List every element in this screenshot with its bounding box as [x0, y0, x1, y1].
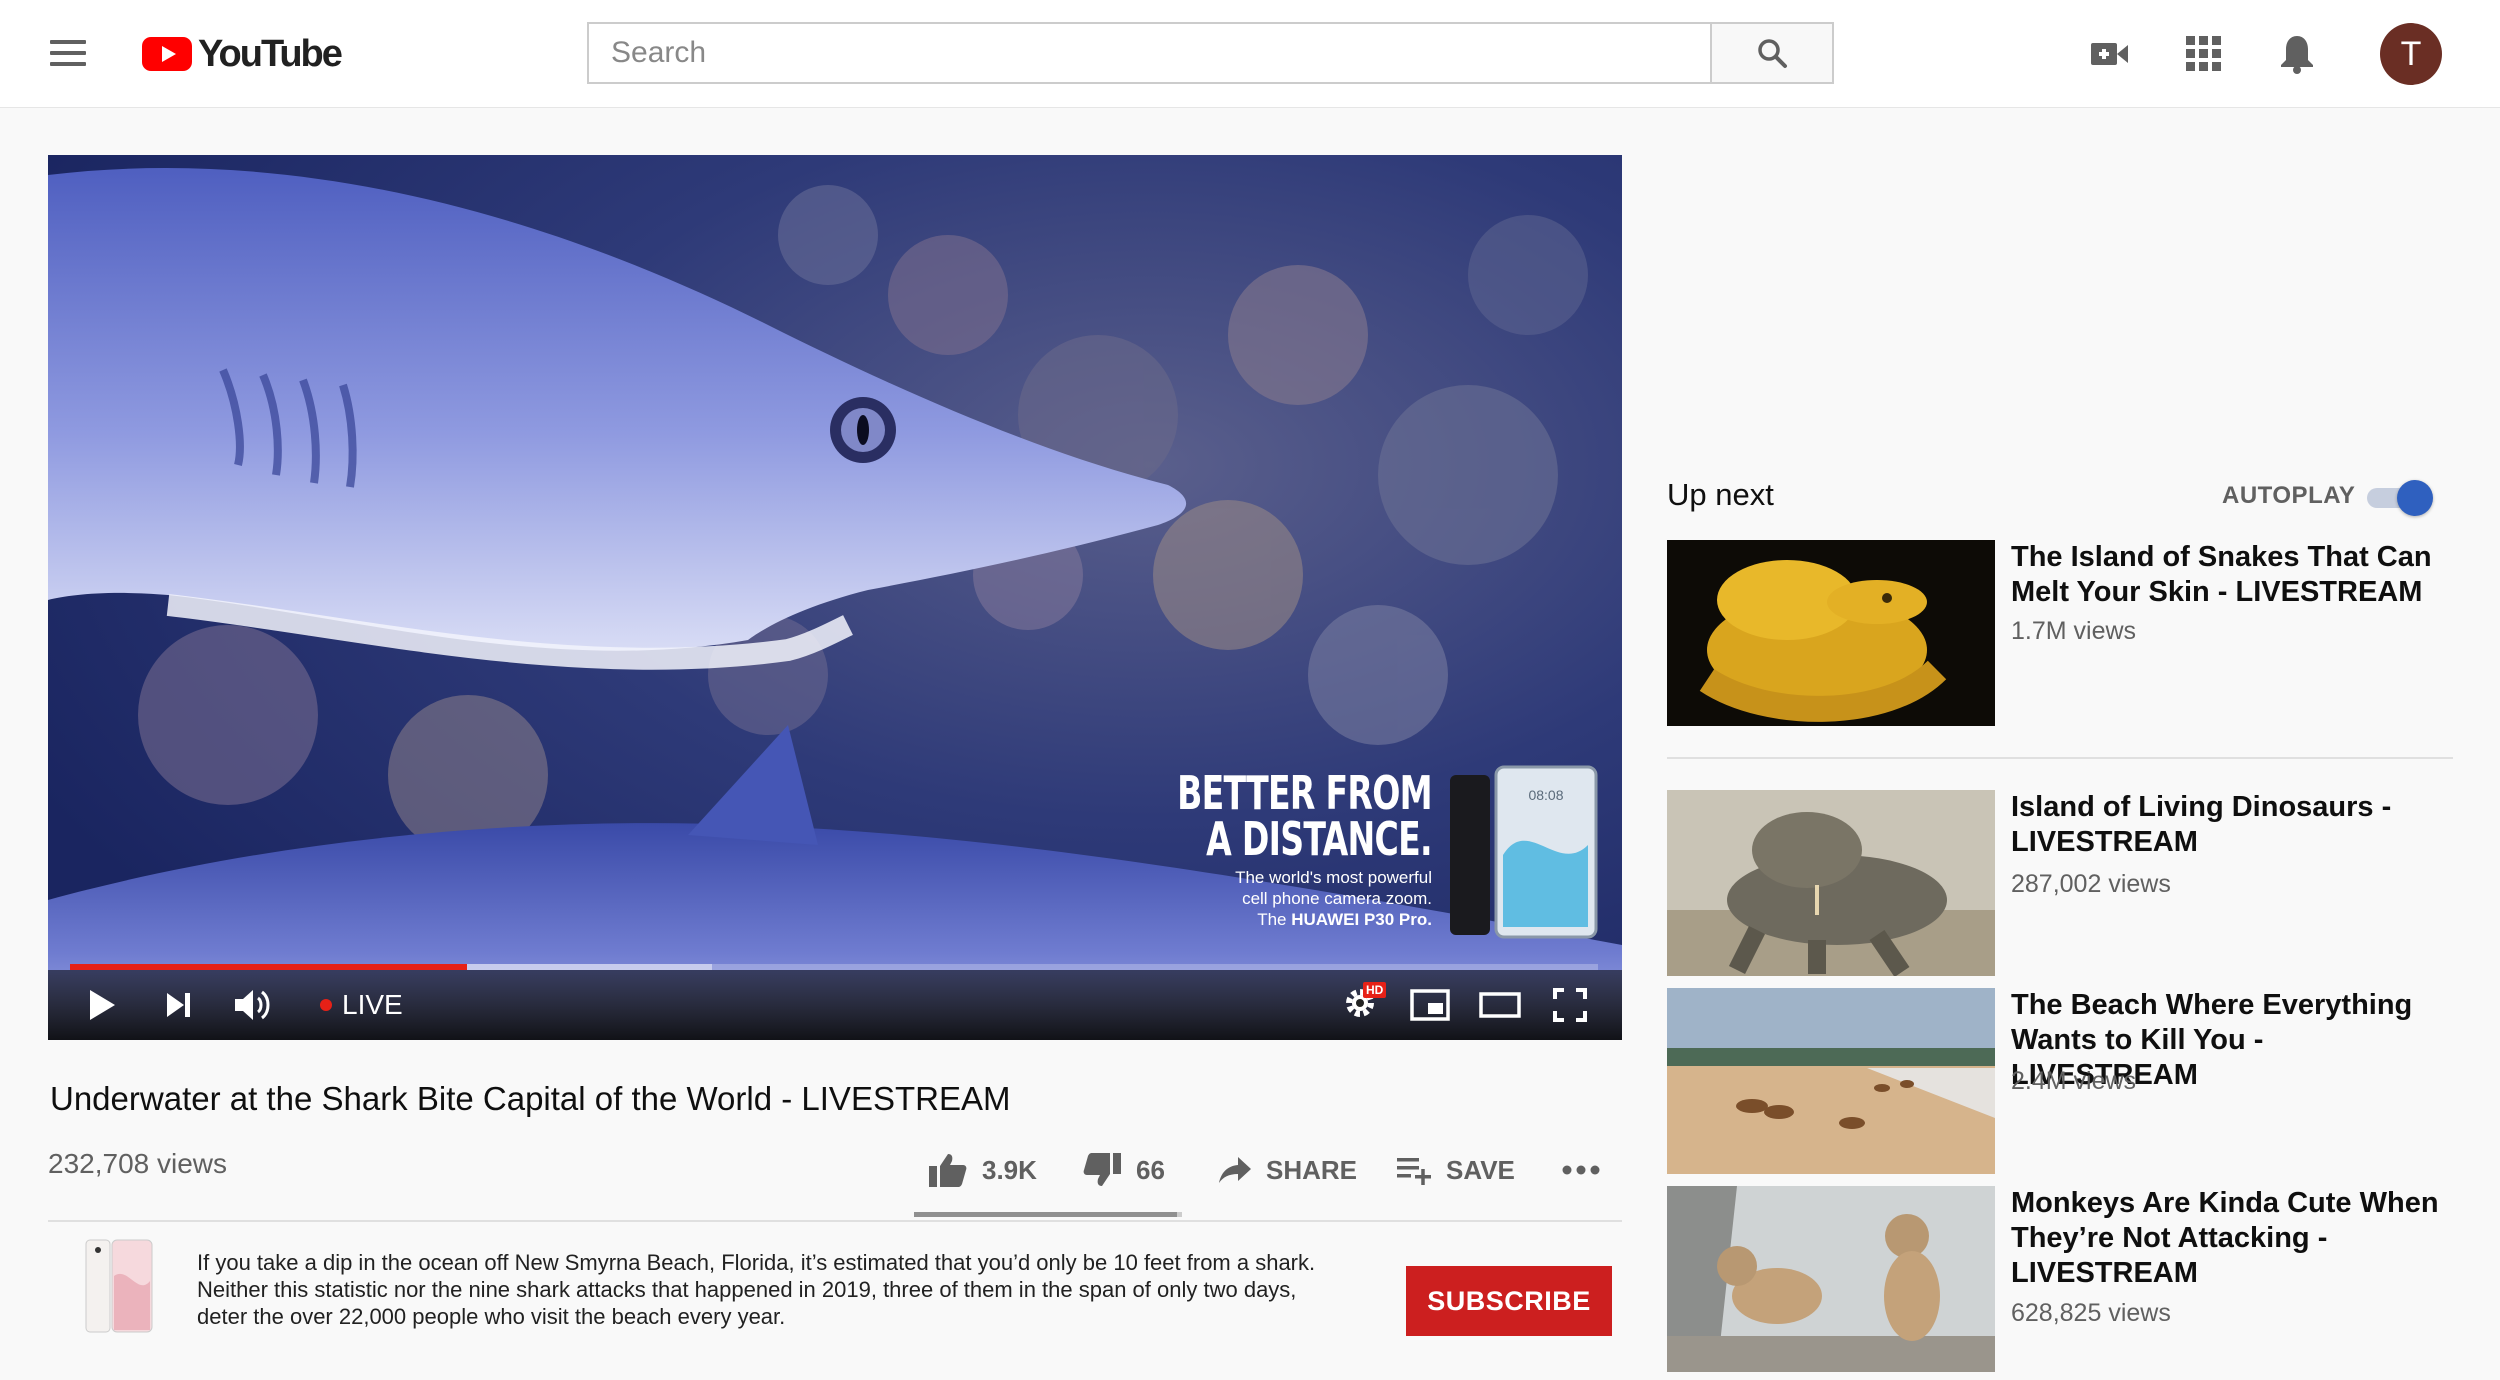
- settings-button[interactable]: HD: [1328, 970, 1392, 1040]
- like-button[interactable]: 3.9K: [928, 1148, 1037, 1192]
- ad-headline-line1: BETTER FROM: [1177, 766, 1433, 820]
- view-count: 232,708 views: [48, 1148, 228, 1179]
- thumbs-down-icon: [1083, 1153, 1121, 1186]
- share-button[interactable]: SHARE: [1218, 1148, 1357, 1192]
- autoplay-toggle-knob: [2397, 480, 2433, 516]
- video-player[interactable]: 08:08 BETTER FROM A DISTANCE. The world'…: [48, 155, 1622, 1040]
- hd-badge: HD: [1363, 981, 1387, 998]
- share-label: SHARE: [1266, 1154, 1358, 1185]
- theater-mode-button[interactable]: [1468, 970, 1532, 1040]
- video-views: 628,825 views: [2011, 1299, 2171, 1327]
- autoplay-label: AUTOPLAY: [2222, 482, 2356, 509]
- search-input[interactable]: [587, 22, 1711, 84]
- video-views: 1.7M views: [2011, 617, 2137, 645]
- playlist-add-icon: [1397, 1158, 1431, 1185]
- dislike-count: 66: [1136, 1154, 1165, 1185]
- fullscreen-button[interactable]: [1538, 970, 1602, 1040]
- ad-copy-line3: The HUAWEI P30 Pro.: [1257, 910, 1432, 929]
- video-thumbnail: [1667, 988, 1995, 1174]
- sidebar-separator: [1667, 757, 2453, 759]
- video-title[interactable]: The Island of Snakes That Can Melt Your …: [2011, 540, 2451, 610]
- video-description: If you take a dip in the ocean off New S…: [197, 1250, 1316, 1329]
- video-title: Underwater at the Shark Bite Capital of …: [50, 1080, 1011, 1117]
- menu-icon[interactable]: [50, 36, 90, 70]
- live-label: LIVE: [342, 989, 403, 1020]
- apps-grid-icon[interactable]: [2182, 32, 2226, 76]
- video-thumbnail: [1667, 790, 1995, 976]
- ad-phone-time: 08:08: [1528, 787, 1563, 803]
- video-views: 287,002 views: [2011, 870, 2171, 898]
- youtube-logo[interactable]: YouTube: [142, 30, 343, 78]
- up-next-heading: Up next: [1667, 477, 1774, 512]
- search-icon: [1758, 39, 1787, 68]
- up-next-video[interactable]: The Island of Snakes That Can Melt Your …: [1667, 540, 2457, 726]
- like-dislike-ratio-bar: [914, 1212, 1182, 1217]
- more-horizontal-icon: [1562, 1165, 1600, 1175]
- account-avatar[interactable]: T: [2380, 23, 2442, 85]
- ad-product-thumbnail[interactable]: [80, 1236, 158, 1336]
- miniplayer-button[interactable]: [1398, 970, 1462, 1040]
- player-controls: LIVE HD: [48, 970, 1622, 1040]
- thumbs-up-icon: [929, 1154, 967, 1187]
- share-icon: [1219, 1157, 1251, 1183]
- video-title[interactable]: Island of Living Dinosaurs - LIVESTREAM: [2011, 790, 2451, 860]
- live-indicator[interactable]: LIVE: [320, 970, 403, 1040]
- live-dot: [320, 999, 332, 1011]
- youtube-play-icon: [142, 37, 192, 71]
- video-thumbnail: [1667, 540, 1995, 726]
- save-button[interactable]: SAVE: [1396, 1148, 1515, 1192]
- ad-copy: The world's most powerful cell phone cam…: [1235, 867, 1432, 930]
- ad-headline: BETTER FROM A DISTANCE.: [1177, 766, 1433, 866]
- search-button[interactable]: [1710, 22, 1834, 84]
- volume-icon: [235, 990, 270, 1020]
- recommended-video[interactable]: Island of Living Dinosaurs - LIVESTREAM …: [1667, 790, 2457, 976]
- create-video-icon[interactable]: [2088, 32, 2132, 76]
- recommended-video[interactable]: Monkeys Are Kinda Cute When They’re Not …: [1667, 1186, 2457, 1372]
- video-thumbnail: [1667, 1186, 1995, 1372]
- mute-button[interactable]: [218, 970, 288, 1040]
- play-button[interactable]: [70, 970, 134, 1040]
- logo-text: YouTube: [198, 32, 343, 75]
- ad-copy-line1: The world's most powerful: [1235, 868, 1432, 887]
- theater-mode-icon: [1479, 992, 1521, 1018]
- next-button[interactable]: [146, 970, 210, 1040]
- video-views: 2.4M views: [2011, 1067, 2137, 1095]
- dislike-button[interactable]: 66: [1082, 1148, 1165, 1192]
- info-divider: [48, 1220, 1622, 1222]
- play-icon: [90, 990, 115, 1020]
- recommended-video[interactable]: The Beach Where Everything Wants to Kill…: [1667, 988, 2457, 1174]
- ad-copy-line2: cell phone camera zoom.: [1242, 889, 1432, 908]
- video-title[interactable]: Monkeys Are Kinda Cute When They’re Not …: [2011, 1186, 2451, 1291]
- notifications-bell-icon[interactable]: [2275, 32, 2319, 76]
- miniplayer-icon: [1410, 989, 1450, 1021]
- like-count: 3.9K: [982, 1154, 1037, 1185]
- autoplay-toggle[interactable]: [2367, 480, 2437, 516]
- save-label: SAVE: [1446, 1154, 1515, 1185]
- like-ratio-fill: [914, 1212, 1177, 1217]
- subscribe-button[interactable]: SUBSCRIBE: [1406, 1266, 1612, 1336]
- masthead: YouTube T: [0, 0, 2500, 108]
- more-actions-button[interactable]: [1562, 1148, 1600, 1192]
- ad-headline-line2: A DISTANCE.: [1206, 812, 1433, 866]
- fullscreen-icon: [1553, 988, 1587, 1022]
- skip-next-icon: [167, 993, 190, 1017]
